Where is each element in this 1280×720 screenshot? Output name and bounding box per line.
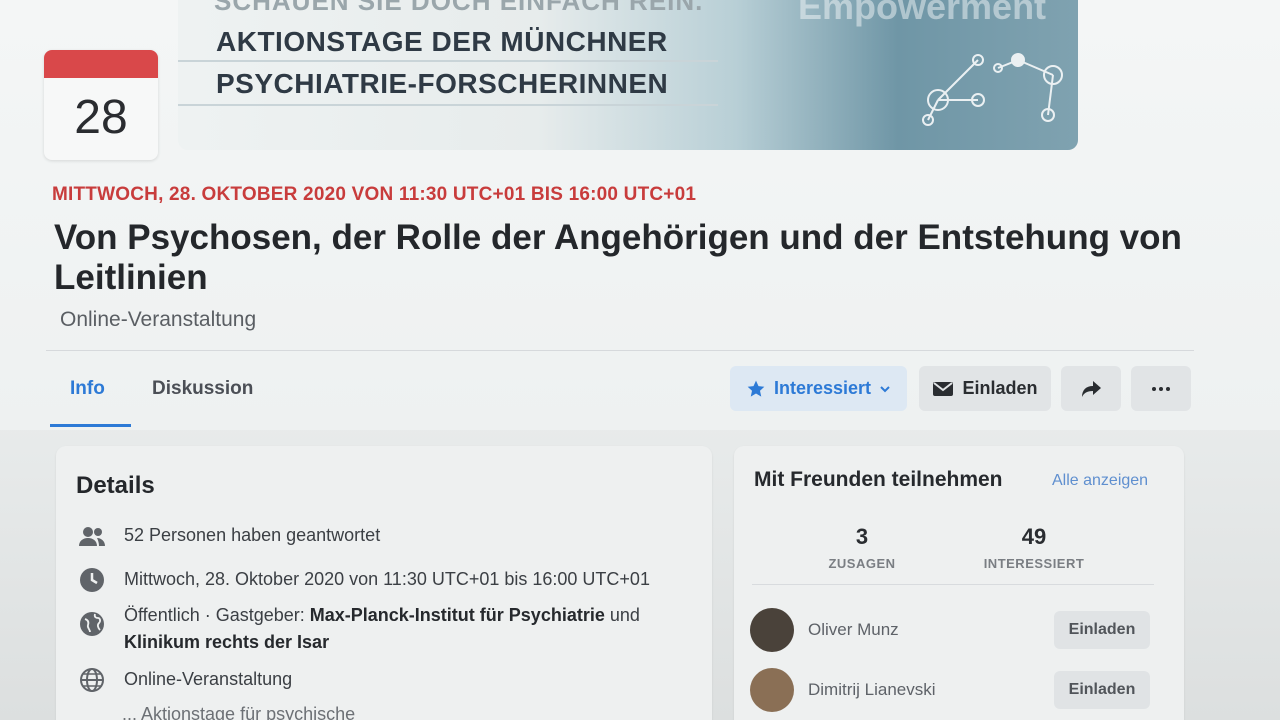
event-cover-image: SCHAUEN SIE DOCH EINFACH REIN. AKTIONSTA… xyxy=(178,0,1078,150)
friend-name[interactable]: Dimitrij Lianevski xyxy=(808,680,1054,700)
responded-text[interactable]: 52 Personen haben geantwortet xyxy=(124,522,380,549)
people-icon xyxy=(78,522,106,550)
avatar[interactable] xyxy=(750,668,794,712)
banner-line-2: PSYCHIATRIE-FORSCHERINNEN xyxy=(216,68,669,99)
time-row: Mittwoch, 28. Oktober 2020 von 11:30 UTC… xyxy=(78,566,650,594)
stat-interested-label: INTERESSIERT xyxy=(983,556,1085,571)
show-all-link[interactable]: Alle anzeigen xyxy=(1052,472,1148,490)
event-title: Von Psychosen, der Rolle der Angehörigen… xyxy=(54,218,1182,297)
invite-button[interactable]: Einladen xyxy=(919,366,1051,411)
banner-faded-line: SCHAUEN SIE DOCH EINFACH REIN. xyxy=(214,0,704,16)
banner-line-1: AKTIONSTAGE DER MÜNCHNER xyxy=(216,26,668,57)
stat-going[interactable]: 3 ZUSAGEN xyxy=(792,524,932,571)
friends-heading: Mit Freunden teilnehmen xyxy=(754,468,1003,491)
details-description-cut: ... Aktionstage für psychische xyxy=(122,704,356,720)
host-link-klinikum[interactable]: Klinikum rechts der Isar xyxy=(124,632,329,652)
event-datetime: MITTWOCH, 28. OKTOBER 2020 VON 11:30 UTC… xyxy=(52,184,697,205)
host-and: und xyxy=(604,605,640,625)
star-icon xyxy=(746,379,766,399)
tab-diskussion[interactable]: Diskussion xyxy=(152,378,253,400)
globe-icon xyxy=(78,610,106,638)
share-button[interactable] xyxy=(1061,366,1121,411)
location-row: Online-Veranstaltung xyxy=(78,666,292,694)
active-tab-indicator xyxy=(50,424,131,427)
header-divider xyxy=(46,350,1194,351)
chevron-down-icon xyxy=(879,383,891,395)
banner-rule xyxy=(178,60,718,62)
details-card: Details 52 Personen haben geantwortet Mi… xyxy=(56,446,712,720)
invite-friend-button[interactable]: Einladen xyxy=(1054,611,1150,649)
interested-label: Interessiert xyxy=(773,378,872,398)
event-type: Online-Veranstaltung xyxy=(60,308,257,331)
banner-rule xyxy=(178,104,718,106)
host-prefix: Öffentlich · Gastgeber: xyxy=(124,605,310,625)
invite-friend-button[interactable]: Einladen xyxy=(1054,671,1150,709)
event-header: 28 SCHAUEN SIE DOCH EINFACH REIN. AKTION… xyxy=(0,0,1280,430)
host-row: Öffentlich · Gastgeber: Max-Planck-Insti… xyxy=(78,602,640,656)
date-badge-day: 28 xyxy=(74,91,128,144)
friends-card: Mit Freunden teilnehmen Alle anzeigen 3 … xyxy=(734,446,1184,720)
friends-divider xyxy=(752,584,1154,585)
invite-label: Einladen xyxy=(962,378,1038,398)
friend-name[interactable]: Oliver Munz xyxy=(808,620,1054,640)
stat-going-label: ZUSAGEN xyxy=(828,556,896,571)
ellipsis-icon xyxy=(1151,386,1171,392)
more-options-button[interactable] xyxy=(1131,366,1191,411)
responded-row: 52 Personen haben geantwortet xyxy=(78,522,380,550)
tab-info[interactable]: Info xyxy=(70,378,105,400)
world-icon xyxy=(78,666,106,694)
list-item: Oliver Munz Einladen xyxy=(750,608,1150,652)
stat-interested-count: 49 xyxy=(1021,524,1047,549)
time-text: Mittwoch, 28. Oktober 2020 von 11:30 UTC… xyxy=(124,569,650,589)
clock-icon xyxy=(78,566,106,594)
location-text: Online-Veranstaltung xyxy=(124,669,293,689)
list-item: Dimitrij Lianevski Einladen xyxy=(750,668,1150,712)
date-badge: 28 xyxy=(44,50,158,160)
host-link-mpi[interactable]: Max-Planck-Institut für Psychiatrie xyxy=(310,605,605,625)
avatar[interactable] xyxy=(750,608,794,652)
details-heading: Details xyxy=(76,472,155,499)
share-arrow-icon xyxy=(1080,379,1102,399)
interested-button[interactable]: Interessiert xyxy=(730,366,907,411)
molecule-graphic xyxy=(922,53,1063,126)
stat-interested[interactable]: 49 INTERESSIERT xyxy=(964,524,1104,571)
stat-going-count: 3 xyxy=(855,524,869,549)
date-badge-bar xyxy=(44,50,158,78)
envelope-icon xyxy=(932,380,954,398)
